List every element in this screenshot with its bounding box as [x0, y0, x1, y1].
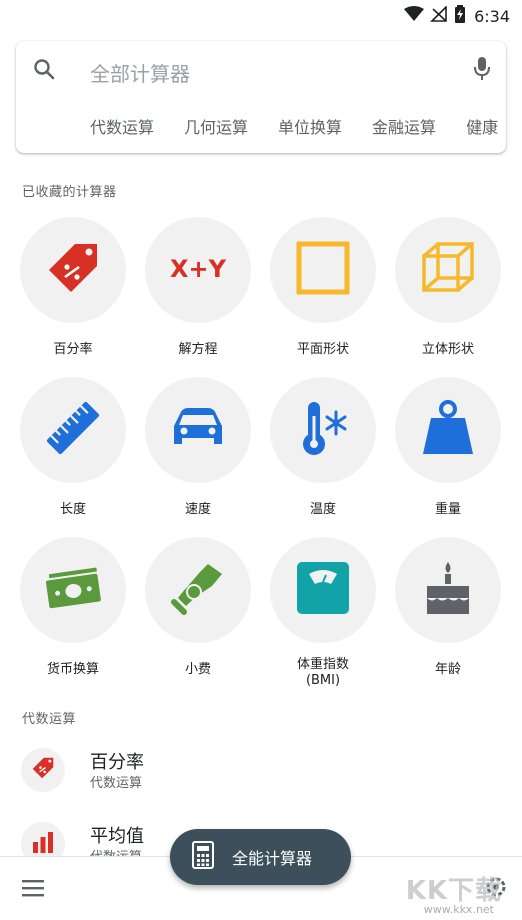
battery-icon: [454, 5, 466, 27]
mic-icon[interactable]: [474, 56, 490, 86]
favorite-label: 立体形状: [421, 342, 474, 357]
square-icon: [296, 241, 350, 299]
menu-icon[interactable]: [22, 879, 44, 901]
favorite-tip[interactable]: 小费: [136, 537, 260, 678]
status-bar: 6:34: [0, 0, 522, 30]
percent-tag-icon: [31, 756, 55, 784]
scale-icon: [295, 560, 351, 620]
chip-health[interactable]: 健康: [466, 114, 498, 138]
list-item-subtitle: 代数运算: [90, 776, 143, 791]
favorite-icon-circle: [395, 377, 501, 483]
status-time: 6:34: [474, 6, 510, 26]
favorite-label: 速度: [184, 502, 211, 517]
tip-hand-icon: [170, 560, 226, 620]
favorite-icon-circle: [145, 377, 251, 483]
favorite-icon-circle: [145, 537, 251, 643]
favorite-icon-circle: [20, 537, 126, 643]
favorites-section-title: 已收藏的计算器: [22, 185, 117, 200]
favorite-label: 小费: [184, 662, 211, 677]
favorite-label: 重量: [434, 502, 461, 517]
favorite-bmi[interactable]: 体重指数 (BMI): [261, 537, 385, 689]
percent-tag-icon: [45, 240, 101, 300]
favorite-plane-shapes[interactable]: 平面形状: [261, 217, 385, 358]
favorite-equation[interactable]: X+Y 解方程: [136, 217, 260, 358]
favorite-icon-circle: [20, 217, 126, 323]
favorite-icon-circle: [270, 217, 376, 323]
calculator-icon: [192, 841, 214, 873]
favorite-label: 平面形状: [296, 342, 349, 357]
cake-icon: [423, 560, 473, 620]
chip-geometry[interactable]: 几何运算: [184, 114, 248, 138]
ruler-icon: [43, 398, 103, 462]
weight-icon: [421, 400, 475, 460]
favorite-length[interactable]: 长度: [11, 377, 135, 518]
favorite-icon-circle: [270, 377, 376, 483]
list-item-title: 平均值: [90, 826, 144, 847]
favorite-icon-circle: [20, 377, 126, 483]
money-icon: [43, 563, 103, 617]
favorite-label: 百分率: [53, 342, 93, 357]
favorite-label: 长度: [59, 502, 86, 517]
chip-finance[interactable]: 金融运算: [372, 114, 436, 138]
x-plus-y-icon: X+Y: [168, 253, 228, 287]
list-item[interactable]: 百分率 代数运算: [0, 744, 522, 804]
favorite-percentage[interactable]: 百分率: [11, 217, 135, 358]
favorite-icon-circle: [395, 217, 501, 323]
cube-icon: [420, 240, 476, 300]
search-input[interactable]: 全部计算器: [90, 58, 190, 87]
favorite-icon-circle: [270, 537, 376, 643]
all-calculator-fab[interactable]: 全能计算器: [170, 829, 351, 885]
favorite-temperature[interactable]: 温度: [261, 377, 385, 518]
svg-text:X+Y: X+Y: [170, 255, 227, 283]
category-chips: 代数运算 几何运算 单位换算 金融运算 健康: [90, 114, 506, 138]
favorite-currency[interactable]: 货币换算: [11, 537, 135, 678]
algebra-section-title: 代数运算: [22, 712, 77, 727]
list-item-title: 百分率: [90, 752, 144, 773]
favorite-speed[interactable]: 速度: [136, 377, 260, 518]
bar-chart-icon: [31, 830, 55, 858]
search-icon[interactable]: [32, 57, 56, 85]
favorite-icon-circle: [395, 537, 501, 643]
no-signal-icon: [430, 5, 448, 26]
thermometer-icon: [296, 398, 350, 462]
watermark-url: www.kkx.net: [423, 903, 494, 916]
chip-algebra[interactable]: 代数运算: [90, 114, 154, 138]
favorite-label: 年龄: [434, 662, 461, 677]
list-icon-circle: [21, 748, 65, 792]
search-card[interactable]: 全部计算器 代数运算 几何运算 单位换算 金融运算 健康: [16, 41, 506, 153]
favorite-icon-circle: X+Y: [145, 217, 251, 323]
car-icon: [170, 406, 226, 454]
favorite-weight[interactable]: 重量: [386, 377, 510, 518]
chip-unit-conversion[interactable]: 单位换算: [278, 114, 342, 138]
wifi-icon: [404, 6, 425, 26]
favorite-label: 体重指数 (BMI): [296, 657, 349, 688]
watermark-logo: KK下载: [405, 876, 502, 906]
favorite-label: 温度: [309, 502, 336, 517]
favorite-label: 货币换算: [46, 662, 99, 677]
favorite-solid-shapes[interactable]: 立体形状: [386, 217, 510, 358]
favorite-age[interactable]: 年龄: [386, 537, 510, 678]
fab-label: 全能计算器: [232, 849, 313, 868]
status-icons: 6:34: [404, 5, 510, 27]
favorite-label: 解方程: [178, 342, 218, 357]
